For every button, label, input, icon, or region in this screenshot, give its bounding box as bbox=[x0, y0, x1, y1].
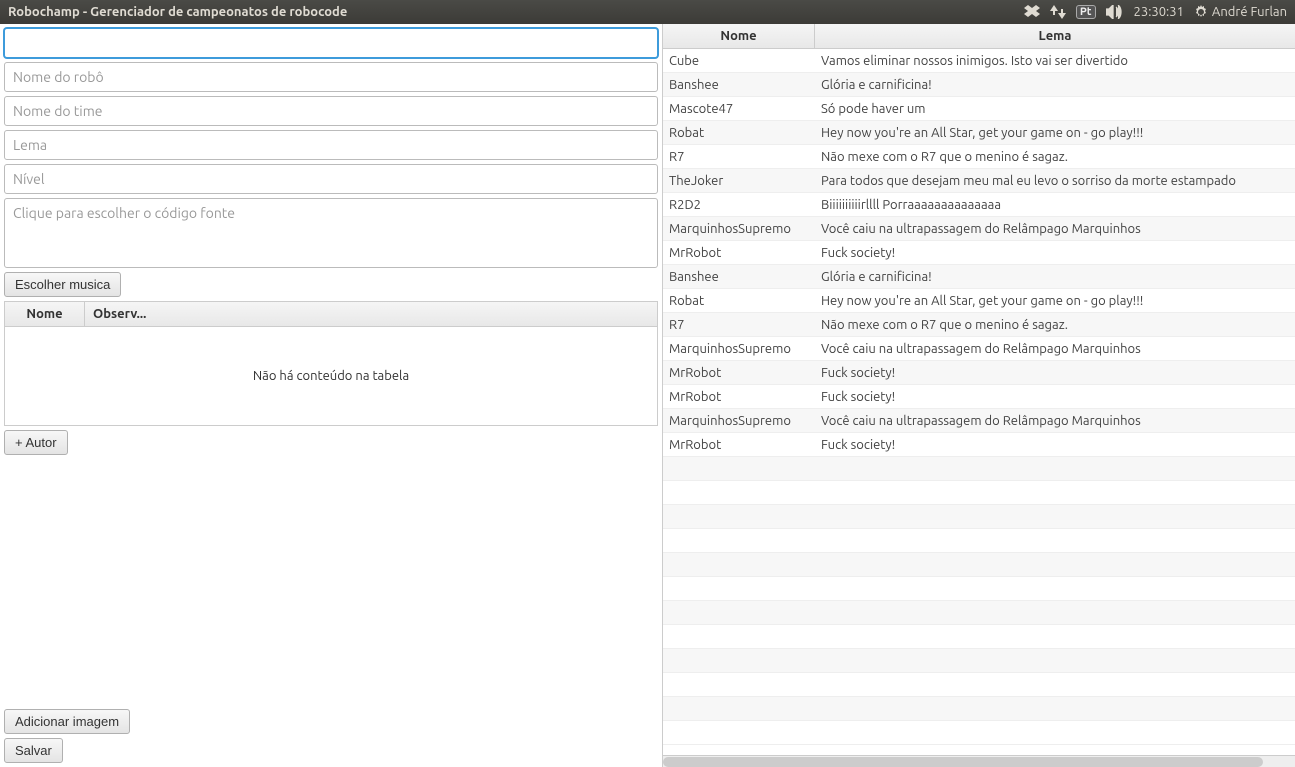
cell-name: Banshee bbox=[663, 267, 815, 287]
user-name: André Furlan bbox=[1212, 5, 1287, 19]
table-row[interactable]: MarquinhosSupremoVocê caiu na ultrapassa… bbox=[663, 217, 1295, 241]
scrollbar-thumb[interactable] bbox=[663, 757, 1263, 767]
add-image-button[interactable]: Adicionar imagem bbox=[4, 709, 130, 734]
table-row[interactable]: CubeVamos eliminar nossos inimigos. Isto… bbox=[663, 49, 1295, 73]
table-row[interactable]: BansheeGlória e carnificina! bbox=[663, 265, 1295, 289]
table-row[interactable]: Mascote47Só pode haver um bbox=[663, 97, 1295, 121]
table-row-empty bbox=[663, 625, 1295, 649]
table-row[interactable]: MrRobotFuck society! bbox=[663, 241, 1295, 265]
system-tray: Pt 23:30:31 André Furlan bbox=[1024, 5, 1287, 19]
cell-name: R7 bbox=[663, 315, 815, 335]
cell-motto: Fuck society! bbox=[815, 435, 1295, 455]
cell-motto: Vamos eliminar nossos inimigos. Isto vai… bbox=[815, 51, 1295, 71]
cell-name: Banshee bbox=[663, 75, 815, 95]
cell-name: Robat bbox=[663, 291, 815, 311]
cell-name: MrRobot bbox=[663, 243, 815, 263]
table-row-empty bbox=[663, 505, 1295, 529]
table-row-empty bbox=[663, 577, 1295, 601]
dropbox-icon[interactable] bbox=[1024, 5, 1040, 19]
robot-name-input[interactable] bbox=[4, 62, 658, 92]
table-row-empty bbox=[663, 721, 1295, 745]
table-row[interactable]: MarquinhosSupremoVocê caiu na ultrapassa… bbox=[663, 337, 1295, 361]
cell-name: MrRobot bbox=[663, 363, 815, 383]
robots-col-motto[interactable]: Lema bbox=[815, 24, 1295, 48]
level-input[interactable] bbox=[4, 164, 658, 194]
cell-name: MarquinhosSupremo bbox=[663, 219, 815, 239]
keyboard-layout-indicator[interactable]: Pt bbox=[1076, 5, 1096, 19]
user-menu[interactable]: André Furlan bbox=[1194, 5, 1287, 19]
cell-name: MarquinhosSupremo bbox=[663, 411, 815, 431]
cell-motto: Só pode haver um bbox=[815, 99, 1295, 119]
table-row-empty bbox=[663, 697, 1295, 721]
table-row[interactable]: TheJokerPara todos que desejam meu mal e… bbox=[663, 169, 1295, 193]
cell-motto: Hey now you're an All Star, get your gam… bbox=[815, 291, 1295, 311]
cell-name: R7 bbox=[663, 147, 815, 167]
authors-table: Nome Observ... Não há conteúdo na tabela bbox=[4, 301, 658, 426]
choose-music-button[interactable]: Escolher musica bbox=[4, 272, 121, 297]
cell-motto: Você caiu na ultrapassagem do Relâmpago … bbox=[815, 219, 1295, 239]
table-row[interactable]: R2D2Biiiiiiiiiirllll Porraaaaaaaaaaaaaa bbox=[663, 193, 1295, 217]
table-row-empty bbox=[663, 481, 1295, 505]
robots-table-body[interactable]: CubeVamos eliminar nossos inimigos. Isto… bbox=[663, 49, 1295, 755]
table-row-empty bbox=[663, 553, 1295, 577]
add-author-button[interactable]: + Autor bbox=[4, 430, 68, 455]
table-row-empty bbox=[663, 601, 1295, 625]
cell-name: Cube bbox=[663, 51, 815, 71]
table-row[interactable]: R7Não mexe com o R7 que o menino é sagaz… bbox=[663, 313, 1295, 337]
clock[interactable]: 23:30:31 bbox=[1134, 5, 1184, 19]
authors-empty-message: Não há conteúdo na tabela bbox=[5, 327, 657, 425]
cell-motto: Você caiu na ultrapassagem do Relâmpago … bbox=[815, 339, 1295, 359]
cell-name: Mascote47 bbox=[663, 99, 815, 119]
field-0-input[interactable] bbox=[4, 28, 658, 58]
window-title: Robochamp - Gerenciador de campeonatos d… bbox=[8, 5, 1024, 19]
table-row[interactable]: RobatHey now you're an All Star, get you… bbox=[663, 121, 1295, 145]
cell-name: MrRobot bbox=[663, 387, 815, 407]
table-row-empty bbox=[663, 649, 1295, 673]
table-row[interactable]: MarquinhosSupremoVocê caiu na ultrapassa… bbox=[663, 409, 1295, 433]
cell-name: R2D2 bbox=[663, 195, 815, 215]
robots-panel: Nome Lema CubeVamos eliminar nossos inim… bbox=[662, 24, 1295, 767]
cell-motto: Você caiu na ultrapassagem do Relâmpago … bbox=[815, 411, 1295, 431]
authors-col-obs[interactable]: Observ... bbox=[85, 302, 657, 326]
authors-col-name[interactable]: Nome bbox=[5, 302, 85, 326]
network-icon[interactable] bbox=[1050, 5, 1066, 19]
cell-motto: Fuck society! bbox=[815, 363, 1295, 383]
source-code-input[interactable] bbox=[4, 198, 658, 268]
cell-motto: Não mexe com o R7 que o menino é sagaz. bbox=[815, 315, 1295, 335]
horizontal-scrollbar[interactable] bbox=[663, 755, 1295, 767]
table-row[interactable]: MrRobotFuck society! bbox=[663, 433, 1295, 457]
save-button[interactable]: Salvar bbox=[4, 738, 63, 763]
table-row[interactable]: RobatHey now you're an All Star, get you… bbox=[663, 289, 1295, 313]
cell-motto: Glória e carnificina! bbox=[815, 267, 1295, 287]
cell-name: TheJoker bbox=[663, 171, 815, 191]
volume-icon[interactable] bbox=[1106, 5, 1124, 19]
cell-motto: Glória e carnificina! bbox=[815, 75, 1295, 95]
table-row-empty bbox=[663, 457, 1295, 481]
cell-name: Robat bbox=[663, 123, 815, 143]
table-row[interactable]: BansheeGlória e carnificina! bbox=[663, 73, 1295, 97]
cell-motto: Hey now you're an All Star, get your gam… bbox=[815, 123, 1295, 143]
menubar: Robochamp - Gerenciador de campeonatos d… bbox=[0, 0, 1295, 24]
table-row-empty bbox=[663, 673, 1295, 697]
table-row[interactable]: MrRobotFuck society! bbox=[663, 361, 1295, 385]
robots-table: Nome Lema CubeVamos eliminar nossos inim… bbox=[663, 24, 1295, 755]
cell-motto: Fuck society! bbox=[815, 243, 1295, 263]
table-row[interactable]: MrRobotFuck society! bbox=[663, 385, 1295, 409]
team-name-input[interactable] bbox=[4, 96, 658, 126]
gear-icon bbox=[1194, 5, 1208, 19]
cell-name: MrRobot bbox=[663, 435, 815, 455]
table-row[interactable]: R7Não mexe com o R7 que o menino é sagaz… bbox=[663, 145, 1295, 169]
cell-motto: Não mexe com o R7 que o menino é sagaz. bbox=[815, 147, 1295, 167]
cell-motto: Para todos que desejam meu mal eu levo o… bbox=[815, 171, 1295, 191]
cell-motto: Fuck society! bbox=[815, 387, 1295, 407]
table-row-empty bbox=[663, 529, 1295, 553]
robots-col-name[interactable]: Nome bbox=[663, 24, 815, 48]
cell-motto: Biiiiiiiiiirllll Porraaaaaaaaaaaaaa bbox=[815, 195, 1295, 215]
form-panel: Escolher musica Nome Observ... Não há co… bbox=[0, 24, 662, 767]
motto-input[interactable] bbox=[4, 130, 658, 160]
cell-name: MarquinhosSupremo bbox=[663, 339, 815, 359]
